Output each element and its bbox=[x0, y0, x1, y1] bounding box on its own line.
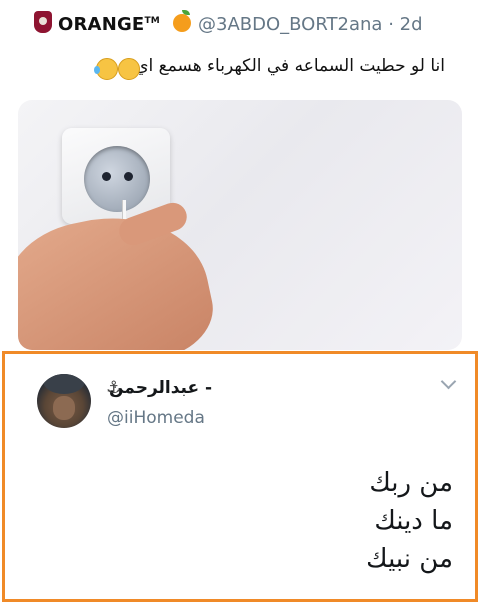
hand bbox=[18, 198, 222, 350]
top-tweet-handle[interactable]: @3ABDO_BORT2ana · 2d bbox=[198, 14, 423, 35]
orange-emoji-icon bbox=[173, 10, 191, 32]
emoji-group bbox=[94, 58, 142, 80]
reply-text: من ربك ما دينك من نبيك bbox=[233, 464, 453, 578]
brand-logo-icon bbox=[34, 11, 52, 33]
reply-line: من نبيك bbox=[366, 544, 453, 574]
socket-hole bbox=[102, 172, 111, 181]
top-tweet-text: انا لو حطيت السماعه في الكهرباء هسمع اي bbox=[135, 56, 445, 76]
socket-hole bbox=[124, 172, 133, 181]
reply-line: من ربك bbox=[369, 468, 453, 498]
display-name-text: - عبدالرحمن bbox=[109, 378, 213, 398]
reply-display-name[interactable]: - عبدالرحمن bbox=[109, 378, 212, 398]
top-tweet-header: ORANGETM @3ABDO_BORT2ana · 2d bbox=[18, 0, 464, 35]
power-socket bbox=[84, 146, 150, 212]
brand-name[interactable]: ORANGETM bbox=[58, 14, 160, 35]
reply-handle[interactable]: @iiHomeda bbox=[107, 408, 205, 428]
handle-text: @3ABDO_BORT2ana bbox=[198, 14, 383, 35]
tear-icon bbox=[94, 66, 100, 74]
tweet-time: · 2d bbox=[388, 14, 423, 35]
chevron-down-icon[interactable] bbox=[440, 373, 457, 390]
reply-tweet: - عبدالرحمن ⚓ @iiHomeda من ربك ما دينك م… bbox=[2, 351, 478, 602]
trademark: TM bbox=[144, 16, 160, 26]
thinking-emoji-icon bbox=[118, 58, 140, 80]
avatar[interactable] bbox=[37, 374, 91, 428]
anchor-icon: ⚓ bbox=[106, 378, 122, 398]
tweet-photo[interactable] bbox=[18, 100, 462, 350]
reply-line: ما دينك bbox=[374, 506, 453, 536]
brand-name-text: ORANGE bbox=[58, 14, 145, 35]
